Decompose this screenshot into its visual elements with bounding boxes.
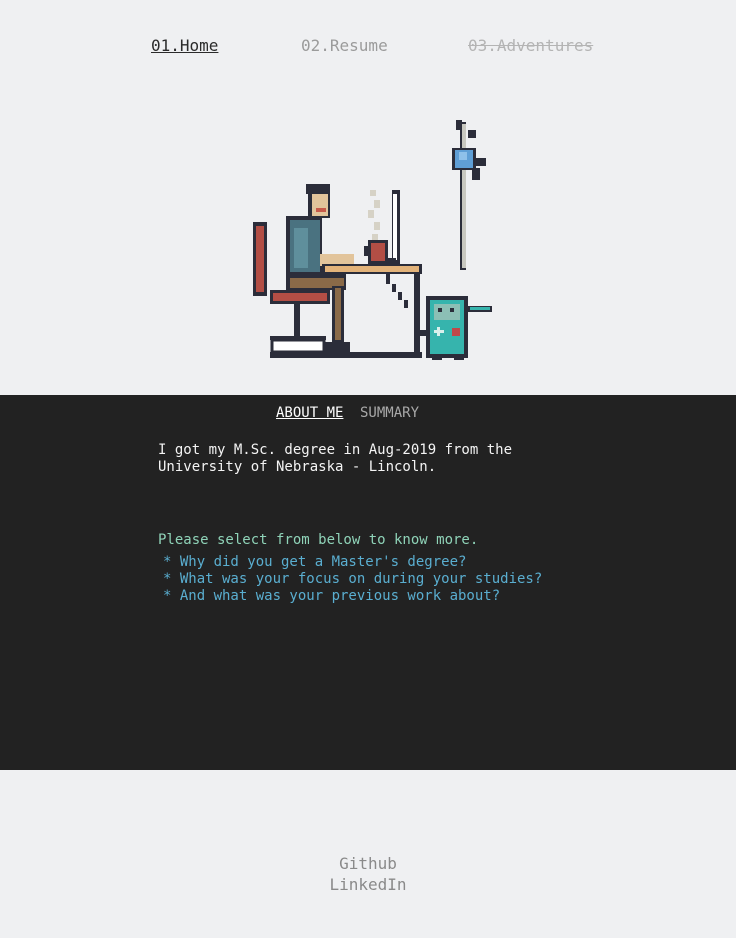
nav-adventures-link[interactable]: 03.Adventures	[468, 36, 593, 55]
select-prompt: Please select from below to know more.	[158, 532, 479, 548]
developer-at-desk-pixel-art-icon	[253, 120, 492, 360]
question-list: * Why did you get a Master's degree? * W…	[163, 554, 542, 605]
nav-home-link[interactable]: 01.Home	[151, 36, 218, 55]
intro-text: I got my M.Sc. degree in Aug-2019 from t…	[158, 442, 538, 476]
intro-line-2: University of Nebraska - Lincoln.	[158, 459, 437, 475]
question-previous-work[interactable]: * And what was your previous work about?	[163, 588, 542, 605]
about-panel: ABOUT ME SUMMARY I got my M.Sc. degree i…	[0, 395, 736, 770]
tab-summary[interactable]: SUMMARY	[360, 405, 419, 421]
github-link[interactable]: Github	[0, 853, 736, 874]
top-nav: 01.Home 02.Resume 03.Adventures	[0, 36, 736, 60]
intro-line-1: I got my M.Sc. degree in Aug-2019 from t…	[158, 442, 513, 458]
question-masters-degree[interactable]: * Why did you get a Master's degree?	[163, 554, 542, 571]
tab-about-me[interactable]: ABOUT ME	[276, 405, 343, 421]
footer-links: Github LinkedIn	[0, 853, 736, 895]
linkedin-link[interactable]: LinkedIn	[0, 874, 736, 895]
question-study-focus[interactable]: * What was your focus on during your stu…	[163, 571, 542, 588]
nav-resume-link[interactable]: 02.Resume	[301, 36, 388, 55]
